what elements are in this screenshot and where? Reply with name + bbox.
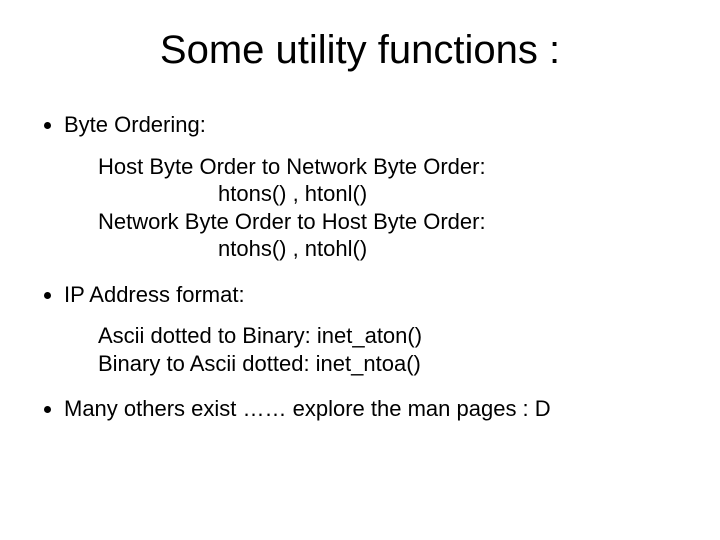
sub-block-byte-ordering: Host Byte Order to Network Byte Order: h… — [98, 153, 680, 263]
bullet-text: IP Address format: — [64, 282, 245, 307]
line-htons-htonl: htons() , htonl() — [98, 180, 680, 208]
line-ntohs-ntohl: ntohs() , ntohl() — [98, 235, 680, 263]
line-inet-aton: Ascii dotted to Binary: inet_aton() — [98, 322, 680, 350]
bullet-byte-ordering: Byte Ordering: Host Byte Order to Networ… — [64, 111, 680, 263]
bullet-ip-address-format: IP Address format: Ascii dotted to Binar… — [64, 281, 680, 378]
bullet-text: Many others exist …… explore the man pag… — [64, 396, 551, 421]
slide-body: Byte Ordering: Host Byte Order to Networ… — [0, 111, 720, 423]
line-inet-ntoa: Binary to Ascii dotted: inet_ntoa() — [98, 350, 680, 378]
bullet-text: Byte Ordering: — [64, 112, 206, 137]
slide-title: Some utility functions : — [0, 0, 720, 93]
bullet-many-others: Many others exist …… explore the man pag… — [64, 395, 680, 423]
line-network-to-host: Network Byte Order to Host Byte Order: — [98, 208, 680, 236]
sub-block-ip-address: Ascii dotted to Binary: inet_aton() Bina… — [98, 322, 680, 377]
line-host-to-network: Host Byte Order to Network Byte Order: — [98, 153, 680, 181]
bullet-list: Byte Ordering: Host Byte Order to Networ… — [30, 111, 680, 423]
slide: Some utility functions : Byte Ordering: … — [0, 0, 720, 540]
